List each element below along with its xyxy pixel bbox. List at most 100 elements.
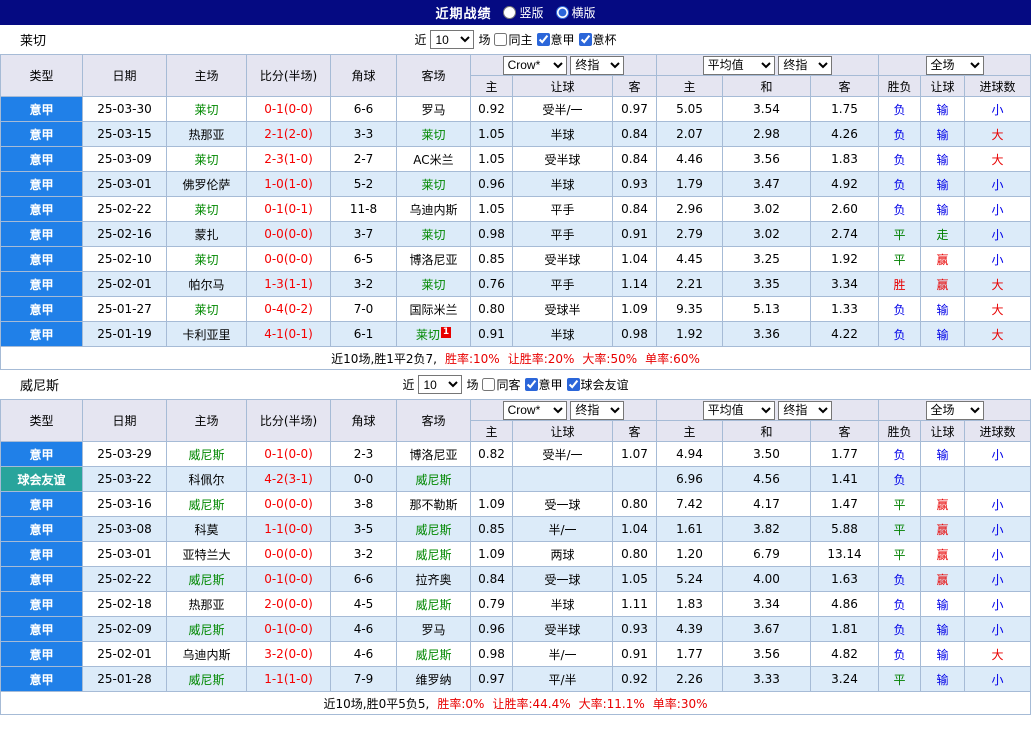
home-team: 威尼斯: [167, 567, 247, 592]
col-header: 类型: [1, 55, 83, 97]
match-row: 意甲25-03-01亚特兰大0-0(0-0)3-2威尼斯1.09两球0.801.…: [1, 542, 1031, 567]
avg-home-cell: 4.45: [657, 247, 723, 272]
avg-away-cell: 2.74: [811, 222, 879, 247]
average-select[interactable]: 平均值: [703, 56, 775, 75]
score-cell: 0-1(0-0): [247, 567, 331, 592]
away-team: 乌迪内斯: [397, 197, 471, 222]
result-cell: 平: [879, 517, 921, 542]
col-header: 类型: [1, 400, 83, 442]
league-cell: 意甲: [1, 667, 83, 692]
bookmaker-odds-header: Crow* 终指: [471, 55, 657, 76]
sub-col-header: 主: [657, 421, 723, 442]
corner-cell: 6-5: [331, 247, 397, 272]
summary-stat: 让胜率:44.4%: [492, 697, 570, 711]
handicap-result-cell: 输: [921, 617, 965, 642]
filter-serie-a[interactable]: 意甲: [525, 376, 563, 393]
corner-cell: 7-0: [331, 297, 397, 322]
avg-home-cell: 5.24: [657, 567, 723, 592]
handicap-cell: 半球: [513, 322, 613, 347]
filter-club-friendly[interactable]: 球会友谊: [567, 376, 629, 393]
near-label: 近: [402, 376, 414, 393]
serie-a-checkbox[interactable]: [525, 378, 538, 391]
filter-same-away[interactable]: 同客: [482, 376, 520, 393]
goals-result-cell: 大: [965, 272, 1031, 297]
summary-stat: 大率:50%: [582, 352, 637, 366]
avg-home-cell: 1.92: [657, 322, 723, 347]
odds-away-cell: 0.93: [613, 617, 657, 642]
club-friendly-checkbox[interactable]: [567, 378, 580, 391]
odds-home-cell: 0.97: [471, 667, 513, 692]
average-odds-header: 平均值 终指: [657, 400, 879, 421]
vertical-radio[interactable]: [503, 6, 516, 19]
bookmaker-odds-header: Crow* 终指: [471, 400, 657, 421]
handicap-cell: 受半/一: [513, 97, 613, 122]
layout-option-horizontal[interactable]: 横版: [556, 4, 596, 21]
away-team: 国际米兰: [397, 297, 471, 322]
handicap-cell: 两球: [513, 542, 613, 567]
away-team: 罗马: [397, 97, 471, 122]
filter-same-home-label: 同主: [508, 31, 532, 48]
results-table: 类型日期主场比分(半场)角球客场Crow* 终指平均值 终指全场主让球客主和客胜…: [0, 399, 1031, 715]
date-cell: 25-02-01: [83, 272, 167, 297]
scope-select[interactable]: 全场: [926, 56, 984, 75]
handicap-cell: [513, 467, 613, 492]
filter-italy-cup[interactable]: 意杯: [579, 31, 617, 48]
avg-home-cell: 2.21: [657, 272, 723, 297]
result-cell: 负: [879, 97, 921, 122]
bookmaker-select[interactable]: Crow*: [503, 56, 567, 75]
home-team: 亚特兰大: [167, 542, 247, 567]
score-cell: 4-2(3-1): [247, 467, 331, 492]
result-cell: 负: [879, 322, 921, 347]
match-row: 意甲25-01-19卡利亚里4-1(0-1)6-1莱切10.91半球0.981.…: [1, 322, 1031, 347]
filter-serie-a[interactable]: 意甲: [537, 31, 575, 48]
league-cell: 球会友谊: [1, 467, 83, 492]
avg-draw-cell: 4.56: [723, 467, 811, 492]
odds-home-cell: 1.05: [471, 197, 513, 222]
results-table: 类型日期主场比分(半场)角球客场Crow* 终指平均值 终指全场主让球客主和客胜…: [0, 54, 1031, 370]
home-team: 乌迪内斯: [167, 642, 247, 667]
same-away-checkbox[interactable]: [482, 378, 495, 391]
goals-result-cell: 大: [965, 147, 1031, 172]
handicap-cell: 受半球: [513, 247, 613, 272]
corner-cell: 3-3: [331, 122, 397, 147]
avg-home-cell: 2.96: [657, 197, 723, 222]
bookmaker-select[interactable]: Crow*: [503, 401, 567, 420]
result-cell: 负: [879, 467, 921, 492]
avg-away-cell: 13.14: [811, 542, 879, 567]
average-select[interactable]: 平均值: [703, 401, 775, 420]
corner-cell: 3-2: [331, 542, 397, 567]
horizontal-radio[interactable]: [556, 6, 569, 19]
date-cell: 25-02-22: [83, 197, 167, 222]
bookmaker-stage-select[interactable]: 终指: [570, 56, 624, 75]
handicap-result-cell: 赢: [921, 517, 965, 542]
away-team: 拉齐奥: [397, 567, 471, 592]
goals-result-cell: 小: [965, 222, 1031, 247]
avg-draw-cell: 4.17: [723, 492, 811, 517]
odds-home-cell: 1.05: [471, 122, 513, 147]
scope-select[interactable]: 全场: [926, 401, 984, 420]
avg-draw-cell: 3.33: [723, 667, 811, 692]
italy-cup-checkbox[interactable]: [579, 33, 592, 46]
same-home-checkbox[interactable]: [494, 33, 507, 46]
col-header: 角球: [331, 55, 397, 97]
bookmaker-stage-select[interactable]: 终指: [570, 401, 624, 420]
recent-count-select[interactable]: 10: [418, 375, 462, 394]
odds-away-cell: 1.04: [613, 517, 657, 542]
average-stage-select[interactable]: 终指: [778, 401, 832, 420]
away-team: 威尼斯: [397, 542, 471, 567]
away-team: 威尼斯: [397, 642, 471, 667]
match-row: 意甲25-02-22莱切0-1(0-1)11-8乌迪内斯1.05平手0.842.…: [1, 197, 1031, 222]
odds-home-cell: 0.82: [471, 442, 513, 467]
serie-a-checkbox[interactable]: [537, 33, 550, 46]
odds-home-cell: 0.84: [471, 567, 513, 592]
score-cell: 0-1(0-1): [247, 197, 331, 222]
filter-same-home[interactable]: 同主: [494, 31, 532, 48]
date-cell: 25-02-22: [83, 567, 167, 592]
odds-away-cell: 0.98: [613, 322, 657, 347]
average-stage-select[interactable]: 终指: [778, 56, 832, 75]
recent-count-select[interactable]: 10: [430, 30, 474, 49]
layout-option-vertical[interactable]: 竖版: [503, 4, 543, 21]
odds-away-cell: 0.97: [613, 97, 657, 122]
horizontal-radio-label: 横版: [572, 4, 596, 21]
avg-away-cell: 4.26: [811, 122, 879, 147]
